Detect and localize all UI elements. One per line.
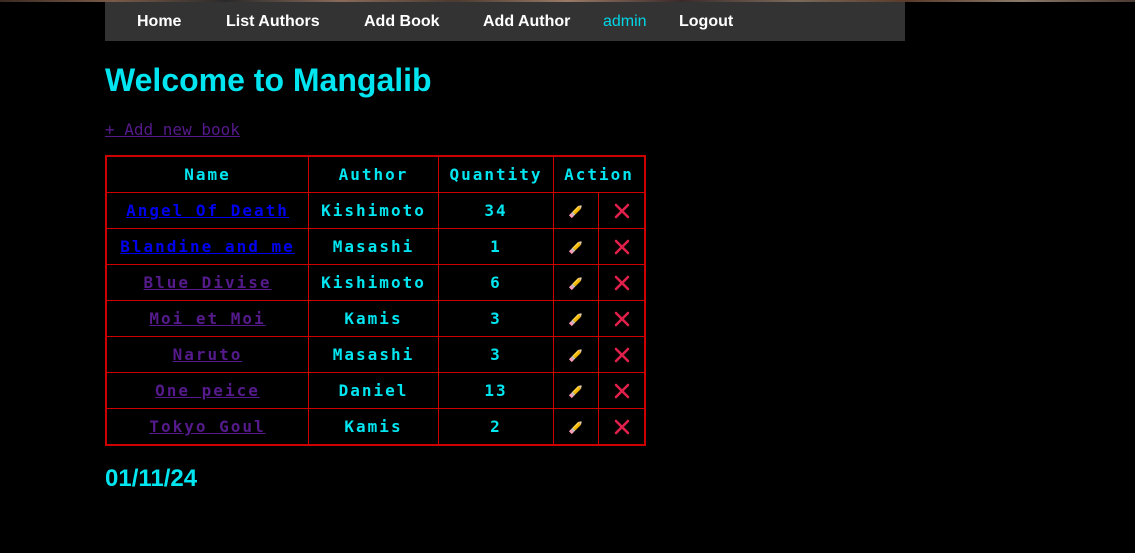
cell-delete (598, 228, 646, 265)
nav-list-authors-link[interactable]: List Authors (226, 2, 320, 41)
table-row: One peice Daniel 13 (105, 372, 646, 409)
cell-author: Masashi (308, 228, 439, 265)
cell-author: Kamis (308, 408, 439, 446)
cell-quantity: 6 (438, 264, 554, 301)
cross-icon (613, 310, 631, 328)
pencil-icon (567, 346, 585, 364)
cell-quantity: 3 (438, 300, 554, 337)
table-row: Blandine and me Masashi 1 (105, 228, 646, 265)
cell-author: Masashi (308, 336, 439, 373)
nav-add-book-link[interactable]: Add Book (364, 2, 440, 41)
cell-edit (553, 372, 599, 409)
book-title-link[interactable]: Blue Divise (144, 273, 272, 292)
edit-book-button[interactable] (567, 382, 585, 401)
table-row: Moi et Moi Kamis 3 (105, 300, 646, 337)
cell-name: One peice (105, 372, 309, 409)
header-author: Author (308, 155, 439, 193)
delete-book-button[interactable] (613, 274, 631, 293)
book-title-link[interactable]: Angel Of Death (126, 201, 289, 220)
cell-edit (553, 336, 599, 373)
cell-author: Kishimoto (308, 264, 439, 301)
nav-add-author-link[interactable]: Add Author (483, 2, 570, 41)
edit-book-button[interactable] (567, 346, 585, 365)
book-title-link[interactable]: Blandine and me (120, 237, 295, 256)
edit-book-button[interactable] (567, 310, 585, 329)
cell-quantity: 3 (438, 336, 554, 373)
cell-edit (553, 192, 599, 229)
cell-delete (598, 264, 646, 301)
cross-icon (613, 238, 631, 256)
cell-author: Daniel (308, 372, 439, 409)
delete-book-button[interactable] (613, 346, 631, 365)
cell-quantity: 34 (438, 192, 554, 229)
top-navbar: Home List Authors Add Book Add Author ad… (105, 2, 905, 41)
edit-book-button[interactable] (567, 238, 585, 257)
date-display: 01/11/24 (105, 465, 198, 492)
cell-delete (598, 372, 646, 409)
edit-book-button[interactable] (567, 418, 585, 437)
cell-author: Kamis (308, 300, 439, 337)
books-table: Name Author Quantity Action Angel Of Dea… (105, 155, 646, 446)
book-title-link[interactable]: Moi et Moi (149, 309, 265, 328)
nav-logout-link[interactable]: Logout (679, 2, 733, 41)
cell-quantity: 13 (438, 372, 554, 409)
cell-author: Kishimoto (308, 192, 439, 229)
cross-icon (613, 274, 631, 292)
pencil-icon (567, 418, 585, 436)
cross-icon (613, 382, 631, 400)
cell-name: Tokyo Goul (105, 408, 309, 446)
cell-edit (553, 408, 599, 446)
header-action: Action (553, 155, 646, 193)
delete-book-button[interactable] (613, 382, 631, 401)
cell-quantity: 2 (438, 408, 554, 446)
pencil-icon (567, 274, 585, 292)
cell-delete (598, 408, 646, 446)
nav-home-link[interactable]: Home (137, 2, 181, 41)
pencil-icon (567, 382, 585, 400)
header-quantity: Quantity (438, 155, 554, 193)
cross-icon (613, 202, 631, 220)
cell-edit (553, 228, 599, 265)
book-title-link[interactable]: Naruto (173, 345, 243, 364)
table-row: Angel Of Death Kishimoto 34 (105, 192, 646, 229)
edit-book-button[interactable] (567, 274, 585, 293)
cell-delete (598, 300, 646, 337)
book-title-link[interactable]: Tokyo Goul (149, 417, 265, 436)
cross-icon (613, 346, 631, 364)
delete-book-button[interactable] (613, 238, 631, 257)
nav-username: admin (603, 13, 647, 30)
cross-icon (613, 418, 631, 436)
edit-book-button[interactable] (567, 202, 585, 221)
cell-delete (598, 192, 646, 229)
table-row: Tokyo Goul Kamis 2 (105, 408, 646, 446)
cell-edit (553, 300, 599, 337)
header-name: Name (105, 155, 309, 193)
delete-book-button[interactable] (613, 310, 631, 329)
table-row: Blue Divise Kishimoto 6 (105, 264, 646, 301)
page-title: Welcome to Mangalib (105, 62, 432, 98)
delete-book-button[interactable] (613, 202, 631, 221)
pencil-icon (567, 202, 585, 220)
pencil-icon (567, 310, 585, 328)
cell-quantity: 1 (438, 228, 554, 265)
cell-name: Naruto (105, 336, 309, 373)
book-title-link[interactable]: One peice (155, 381, 260, 400)
table-body: Angel Of Death Kishimoto 34 Blandine and me… (105, 192, 646, 446)
cell-name: Blue Divise (105, 264, 309, 301)
cell-name: Moi et Moi (105, 300, 309, 337)
delete-book-button[interactable] (613, 418, 631, 437)
cell-name: Blandine and me (105, 228, 309, 265)
table-header-row: Name Author Quantity Action (105, 155, 646, 193)
pencil-icon (567, 238, 585, 256)
table-row: Naruto Masashi 3 (105, 336, 646, 373)
cell-edit (553, 264, 599, 301)
cell-name: Angel Of Death (105, 192, 309, 229)
add-new-book-link[interactable]: + Add new book (105, 120, 240, 140)
cell-delete (598, 336, 646, 373)
